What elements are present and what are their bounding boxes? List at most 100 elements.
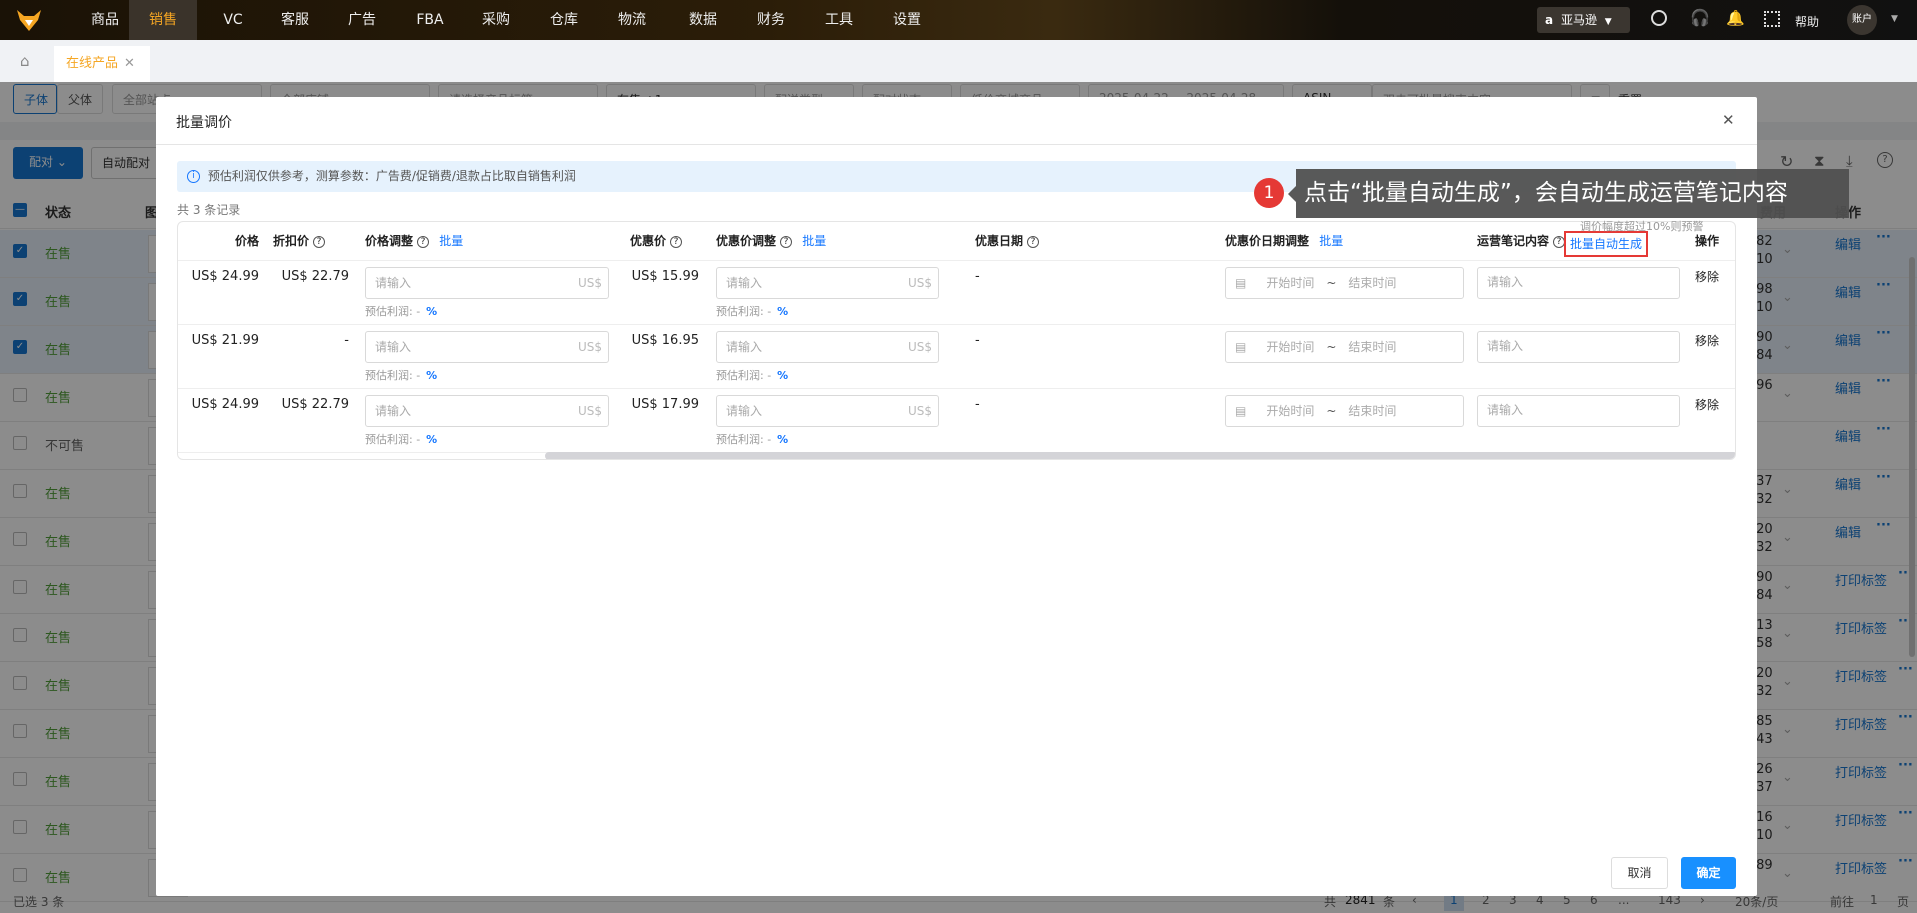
sale-adjust-input[interactable]: 请输入 US$ <box>716 395 939 427</box>
percent-icon[interactable]: % <box>426 433 437 446</box>
nav-item[interactable]: 财务 <box>749 0 793 40</box>
sale-price-value: US$ 16.95 <box>631 333 699 348</box>
price-adjust-input[interactable]: 请输入 US$ <box>365 395 609 427</box>
col-sale-adjust: 优惠价调整? 批量 <box>716 222 826 261</box>
estimated-profit: 预估利润: -% <box>365 431 437 447</box>
bell-icon[interactable]: 🔔 <box>1726 9 1745 27</box>
currency-suffix: US$ <box>577 340 602 354</box>
batch-date-link[interactable]: 批量 <box>1319 234 1343 248</box>
table-header: 价格 折扣价? 价格调整? 批量 优惠价? 优惠价调整? 批量 优惠日期? 优惠… <box>178 222 1735 261</box>
nav-item[interactable]: 工具 <box>817 0 861 40</box>
nav-item[interactable]: 仓库 <box>542 0 586 40</box>
nav-item[interactable]: 采购 <box>474 0 518 40</box>
note-textarea[interactable]: 请输入 <box>1477 331 1680 363</box>
nav-item[interactable]: 客服 <box>270 0 320 40</box>
sale-date-value: - <box>975 397 980 412</box>
nav-item[interactable]: 数据 <box>681 0 725 40</box>
tab-online-products[interactable]: 在线产品 ✕ <box>54 46 150 82</box>
apps-icon[interactable] <box>1764 11 1780 27</box>
profit-text: 预估利润: - <box>716 433 772 446</box>
discount-value: US$ 22.79 <box>281 269 349 284</box>
percent-icon[interactable]: % <box>777 433 788 446</box>
sale-adjust-input[interactable]: 请输入 US$ <box>716 267 939 299</box>
close-tab-icon[interactable]: ✕ <box>124 56 135 71</box>
note-textarea[interactable]: 请输入 <box>1477 267 1680 299</box>
headset-icon[interactable]: 🎧 <box>1690 8 1710 27</box>
remove-link[interactable]: 移除 <box>1695 268 1719 285</box>
date-range-picker[interactable]: ▤ 开始时间 ~ 结束时间 <box>1225 331 1464 363</box>
estimated-profit: 预估利润: -% <box>365 367 437 383</box>
search-icon[interactable] <box>1651 10 1667 26</box>
help-link[interactable]: 帮助 <box>1795 13 1819 30</box>
tilde: ~ <box>1326 340 1337 354</box>
col-sale-price-label: 优惠价 <box>630 234 667 248</box>
warning-text: 调价幅度超过10%则预警 <box>1580 220 1704 233</box>
help-icon[interactable]: ? <box>417 235 430 248</box>
col-sale-date-adjust-label: 优惠价日期调整 <box>1225 234 1310 248</box>
profit-text: 预估利润: - <box>365 433 421 446</box>
close-icon[interactable]: ✕ <box>1722 111 1735 129</box>
date-range-picker[interactable]: ▤ 开始时间 ~ 结束时间 <box>1225 395 1464 427</box>
col-price: 价格 <box>234 234 259 248</box>
cancel-button[interactable]: 取消 <box>1611 857 1668 889</box>
home-icon[interactable]: ⌂ <box>20 52 30 70</box>
record-count: 共 3 条记录 <box>177 203 241 217</box>
info-icon: i <box>187 170 200 183</box>
help-icon[interactable]: ? <box>780 235 793 248</box>
estimated-profit: 预估利润: -% <box>716 431 788 447</box>
col-price-adjust: 价格调整? 批量 <box>365 222 463 261</box>
nav-item[interactable]: FBA <box>408 0 452 40</box>
price-value: US$ 24.99 <box>191 269 259 284</box>
confirm-button[interactable]: 确定 <box>1681 857 1736 889</box>
calendar-icon: ▤ <box>1235 404 1247 418</box>
profit-text: 预估利润: - <box>365 369 421 382</box>
marketplace-select[interactable]: a 亚马逊 ▼ <box>1537 7 1630 33</box>
nav-item[interactable]: 广告 <box>342 0 382 40</box>
nav-item[interactable]: 设置 <box>885 0 929 40</box>
col-sale-adjust-label: 优惠价调整 <box>716 234 777 248</box>
end-time: 结束时间 <box>1348 340 1397 354</box>
nav-item[interactable]: VC <box>213 0 253 40</box>
batch-price-link[interactable]: 批量 <box>439 234 463 248</box>
nav-item[interactable]: 物流 <box>610 0 654 40</box>
nav-item[interactable]: 商品 <box>80 0 130 40</box>
col-sale-price: 优惠价? <box>630 222 683 261</box>
help-icon[interactable]: ? <box>313 235 326 248</box>
currency-suffix: US$ <box>577 404 602 418</box>
auto-generate-link[interactable]: 批量自动生成 <box>1564 231 1649 257</box>
percent-icon[interactable]: % <box>777 305 788 318</box>
percent-icon[interactable]: % <box>777 369 788 382</box>
percent-icon[interactable]: % <box>426 369 437 382</box>
batch-sale-link[interactable]: 批量 <box>802 234 826 248</box>
account-caret-icon[interactable]: ▼ <box>1891 14 1898 24</box>
input-placeholder: 请输入 <box>726 276 763 290</box>
price-adjust-input[interactable]: 请输入 US$ <box>365 331 609 363</box>
horizontal-scrollbar[interactable] <box>545 452 1735 459</box>
estimated-profit: 预估利润: -% <box>365 303 437 319</box>
remove-link[interactable]: 移除 <box>1695 396 1719 413</box>
estimated-profit: 预估利润: -% <box>716 303 788 319</box>
input-placeholder: 请输入 <box>726 340 763 354</box>
percent-icon[interactable]: % <box>426 305 437 318</box>
date-range-picker[interactable]: ▤ 开始时间 ~ 结束时间 <box>1225 267 1464 299</box>
note-textarea[interactable]: 请输入 <box>1477 395 1680 427</box>
profit-text: 预估利润: - <box>365 305 421 318</box>
end-time: 结束时间 <box>1348 404 1397 418</box>
table-row: US$ 24.99 US$ 22.79 请输入 US$ 预估利润: -% 请输入 US$ 预估… <box>178 389 1735 453</box>
tilde: ~ <box>1326 404 1337 418</box>
input-placeholder: 请输入 <box>726 404 763 418</box>
help-icon[interactable]: ? <box>1027 235 1040 248</box>
sale-adjust-input[interactable]: 请输入 US$ <box>716 331 939 363</box>
nav-item[interactable]: 销售 <box>129 0 197 40</box>
remove-link[interactable]: 移除 <box>1695 332 1719 349</box>
help-icon[interactable]: ? <box>670 235 683 248</box>
logo-icon[interactable] <box>16 8 42 32</box>
start-time: 开始时间 <box>1266 404 1315 418</box>
price-adjust-input[interactable]: 请输入 US$ <box>365 267 609 299</box>
input-placeholder: 请输入 <box>375 340 412 354</box>
avatar[interactable]: 账户 <box>1847 5 1877 35</box>
currency-suffix: US$ <box>907 276 932 290</box>
amazon-icon: a <box>1545 13 1554 27</box>
price-value: US$ 21.99 <box>191 333 259 348</box>
table-row: US$ 21.99 - 请输入 US$ 预估利润: -% 请输入 US$ 预估利润: -% US… <box>178 325 1735 389</box>
